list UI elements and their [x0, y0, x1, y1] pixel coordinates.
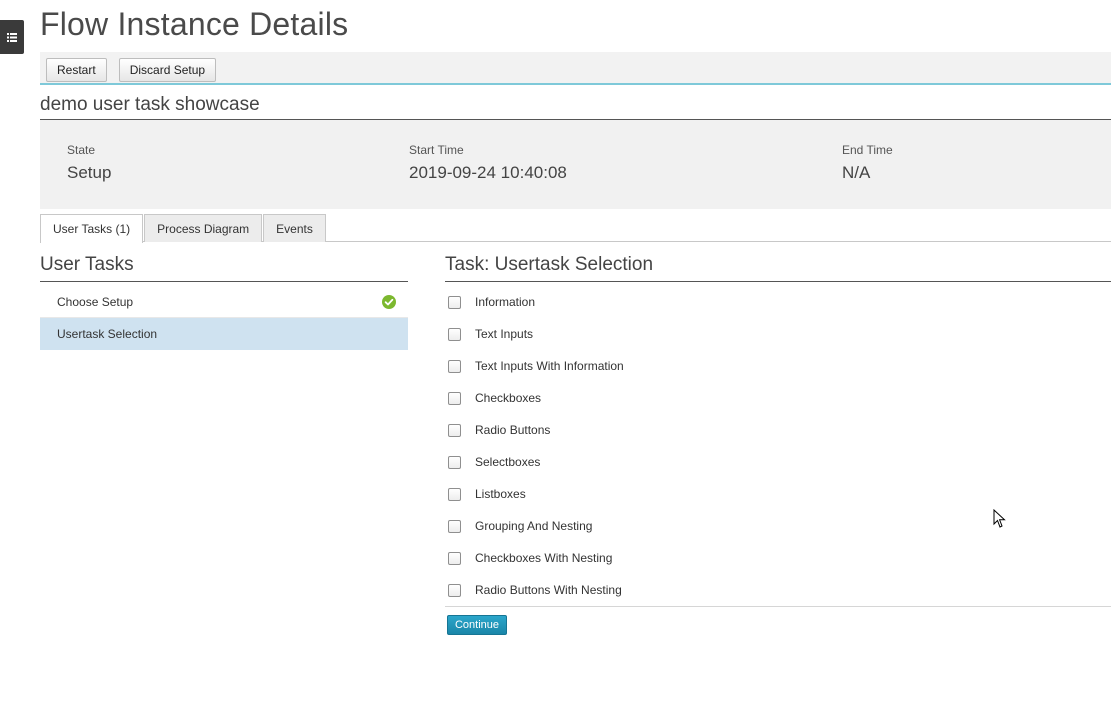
task-item-label: Usertask Selection: [57, 327, 158, 341]
option-label: Checkboxes With Nesting: [475, 551, 613, 565]
option-label: Radio Buttons With Nesting: [475, 583, 622, 597]
start-time-value: 2019-09-24 10:40:08: [409, 163, 567, 182]
start-time-field: Start Time 2019-09-24 10:40:08: [409, 143, 567, 183]
user-tasks-title: User Tasks: [40, 254, 408, 282]
option-label: Grouping And Nesting: [475, 519, 593, 533]
checkbox[interactable]: [448, 359, 461, 373]
option-label: Radio Buttons: [475, 423, 551, 437]
option-label: Listboxes: [475, 487, 526, 501]
instance-info-panel: State Setup Start Time 2019-09-24 10:40:…: [40, 120, 1111, 209]
user-task-list: Choose Setup Usertask Selection: [40, 286, 408, 350]
state-field: State Setup: [67, 143, 111, 183]
instance-name: demo user task showcase: [40, 94, 1111, 120]
task-item-label: Choose Setup: [57, 294, 134, 309]
option-grouping-and-nesting: Grouping And Nesting: [445, 510, 1111, 542]
checkbox[interactable]: [448, 391, 461, 405]
end-time-value: N/A: [842, 163, 871, 182]
page-title: Flow Instance Details: [40, 6, 349, 42]
checkbox[interactable]: [448, 551, 461, 565]
checkbox[interactable]: [448, 519, 461, 533]
option-label: Selectboxes: [475, 455, 541, 469]
option-label: Information: [475, 295, 536, 309]
state-label: State: [67, 143, 96, 157]
form-divider: [445, 606, 1111, 607]
task-panel-title: Task: Usertask Selection: [445, 254, 1111, 282]
task-options-list: Information Text Inputs Text Inputs With…: [445, 286, 1111, 606]
start-time-label: Start Time: [409, 143, 464, 157]
checkbox[interactable]: [448, 327, 461, 341]
checkbox[interactable]: [448, 487, 461, 501]
tab-bar: User Tasks (1) Process Diagram Events: [40, 214, 1111, 243]
option-radio-buttons-with-nesting: Radio Buttons With Nesting: [445, 574, 1111, 606]
check-circle-icon: [382, 295, 396, 309]
option-checkboxes-with-nesting: Checkboxes With Nesting: [445, 542, 1111, 574]
list-icon: [7, 32, 17, 42]
state-value: Setup: [67, 163, 112, 182]
tab-user-tasks[interactable]: User Tasks (1): [40, 214, 144, 243]
tab-process-diagram[interactable]: Process Diagram: [144, 214, 263, 242]
checkbox[interactable]: [448, 583, 461, 597]
mouse-cursor-icon: [993, 509, 1006, 528]
option-label: Text Inputs With Information: [475, 359, 624, 373]
checkbox[interactable]: [448, 455, 461, 469]
checkbox[interactable]: [448, 295, 461, 309]
task-item-choose-setup[interactable]: Choose Setup: [40, 286, 408, 318]
option-label: Checkboxes: [475, 391, 542, 405]
toolbar: Restart Discard Setup: [40, 52, 1111, 85]
option-radio-buttons: Radio Buttons: [445, 414, 1111, 446]
option-label: Text Inputs: [475, 327, 534, 341]
option-text-inputs: Text Inputs: [445, 318, 1111, 350]
task-item-usertask-selection[interactable]: Usertask Selection: [40, 318, 408, 350]
option-checkboxes: Checkboxes: [445, 382, 1111, 414]
sidebar-toggle-button[interactable]: [0, 20, 24, 54]
restart-button[interactable]: Restart: [46, 58, 107, 82]
end-time-field: End Time N/A: [842, 143, 893, 183]
option-text-inputs-with-information: Text Inputs With Information: [445, 350, 1111, 382]
checkbox[interactable]: [448, 423, 461, 437]
option-selectboxes: Selectboxes: [445, 446, 1111, 478]
option-listboxes: Listboxes: [445, 478, 1111, 510]
tab-events[interactable]: Events: [263, 214, 326, 242]
option-information: Information: [445, 286, 1111, 318]
end-time-label: End Time: [842, 143, 893, 157]
discard-setup-button[interactable]: Discard Setup: [118, 58, 217, 82]
continue-button[interactable]: Continue: [447, 615, 507, 635]
